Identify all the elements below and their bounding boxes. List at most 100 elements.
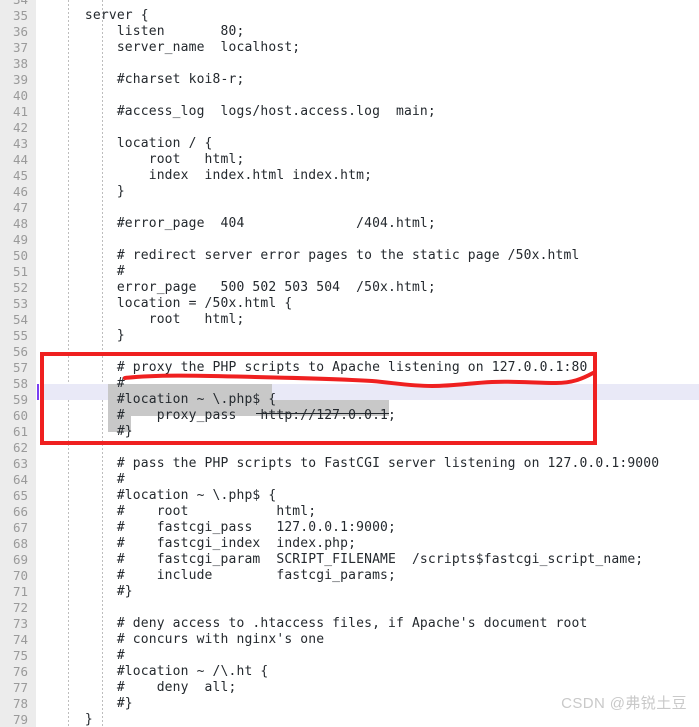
line-number-53[interactable]: 53 <box>0 296 28 312</box>
code-text-63[interactable]: # pass the PHP scripts to FastCGI server… <box>53 456 659 472</box>
code-line-37[interactable]: 37 server_name localhost; <box>0 40 699 56</box>
code-text-78[interactable]: #} <box>53 696 133 712</box>
code-text-45[interactable]: index index.html index.htm; <box>53 168 372 184</box>
code-text-71[interactable]: #} <box>53 584 133 600</box>
code-text-60[interactable]: # proxy_pass http://127.0.0.1; <box>53 408 396 424</box>
line-number-58[interactable]: 58 <box>0 376 28 392</box>
line-number-66[interactable]: 66 <box>0 504 28 520</box>
proxy-pass-link-underline[interactable] <box>256 413 390 414</box>
code-line-57[interactable]: 57 # proxy the PHP scripts to Apache lis… <box>0 360 699 376</box>
code-line-59[interactable]: 59 #location ~ \.php$ { <box>0 392 699 408</box>
line-number-79[interactable]: 79 <box>0 712 28 727</box>
line-number-52[interactable]: 52 <box>0 280 28 296</box>
code-line-69[interactable]: 69 # fastcgi_param SCRIPT_FILENAME /scri… <box>0 552 699 568</box>
code-line-49[interactable]: 49 <box>0 232 699 248</box>
code-line-50[interactable]: 50 # redirect server error pages to the … <box>0 248 699 264</box>
code-line-52[interactable]: 52 error_page 500 502 503 504 /50x.html; <box>0 280 699 296</box>
line-number-46[interactable]: 46 <box>0 184 28 200</box>
line-number-75[interactable]: 75 <box>0 648 28 664</box>
line-number-77[interactable]: 77 <box>0 680 28 696</box>
code-line-34[interactable]: 34 <box>0 0 699 8</box>
code-line-51[interactable]: 51 # <box>0 264 699 280</box>
code-text-52[interactable]: error_page 500 502 503 504 /50x.html; <box>53 280 436 296</box>
line-number-49[interactable]: 49 <box>0 232 28 248</box>
code-text-65[interactable]: #location ~ \.php$ { <box>53 488 276 504</box>
line-number-40[interactable]: 40 <box>0 88 28 104</box>
code-text-36[interactable]: listen 80; <box>53 24 244 40</box>
line-number-70[interactable]: 70 <box>0 568 28 584</box>
code-line-63[interactable]: 63 # pass the PHP scripts to FastCGI ser… <box>0 456 699 472</box>
code-editor[interactable]: 3435 server {36 listen 80;37 server_name… <box>0 0 699 727</box>
code-line-62[interactable]: 62 <box>0 440 699 456</box>
line-number-37[interactable]: 37 <box>0 40 28 56</box>
code-text-67[interactable]: # fastcgi_pass 127.0.0.1:9000; <box>53 520 396 536</box>
code-line-47[interactable]: 47 <box>0 200 699 216</box>
code-line-64[interactable]: 64 # <box>0 472 699 488</box>
code-text-48[interactable]: #error_page 404 /404.html; <box>53 216 436 232</box>
line-number-57[interactable]: 57 <box>0 360 28 376</box>
line-number-41[interactable]: 41 <box>0 104 28 120</box>
code-text-50[interactable]: # redirect server error pages to the sta… <box>53 248 580 264</box>
code-line-68[interactable]: 68 # fastcgi_index index.php; <box>0 536 699 552</box>
line-number-68[interactable]: 68 <box>0 536 28 552</box>
line-number-34[interactable]: 34 <box>0 0 28 8</box>
line-number-63[interactable]: 63 <box>0 456 28 472</box>
line-number-43[interactable]: 43 <box>0 136 28 152</box>
code-text-46[interactable]: } <box>53 184 125 200</box>
code-text-69[interactable]: # fastcgi_param SCRIPT_FILENAME /scripts… <box>53 552 643 568</box>
code-text-53[interactable]: location = /50x.html { <box>53 296 292 312</box>
code-text-76[interactable]: #location ~ /\.ht { <box>53 664 268 680</box>
code-text-37[interactable]: server_name localhost; <box>53 40 300 56</box>
line-number-47[interactable]: 47 <box>0 200 28 216</box>
code-text-35[interactable]: server { <box>53 8 149 24</box>
line-number-55[interactable]: 55 <box>0 328 28 344</box>
line-number-48[interactable]: 48 <box>0 216 28 232</box>
code-text-74[interactable]: # concurs with nginx's one <box>53 632 324 648</box>
code-text-79[interactable]: } <box>53 712 93 727</box>
line-number-73[interactable]: 73 <box>0 616 28 632</box>
code-line-72[interactable]: 72 <box>0 600 699 616</box>
code-line-46[interactable]: 46 } <box>0 184 699 200</box>
code-line-40[interactable]: 40 <box>0 88 699 104</box>
code-text-61[interactable]: #} <box>53 424 133 440</box>
code-line-71[interactable]: 71 #} <box>0 584 699 600</box>
code-line-76[interactable]: 76 #location ~ /\.ht { <box>0 664 699 680</box>
code-line-60[interactable]: 60 # proxy_pass http://127.0.0.1; <box>0 408 699 424</box>
code-line-41[interactable]: 41 #access_log logs/host.access.log main… <box>0 104 699 120</box>
code-text-54[interactable]: root html; <box>53 312 245 328</box>
line-number-65[interactable]: 65 <box>0 488 28 504</box>
line-number-74[interactable]: 74 <box>0 632 28 648</box>
line-number-39[interactable]: 39 <box>0 72 28 88</box>
code-text-43[interactable]: location / { <box>53 136 213 152</box>
line-number-35[interactable]: 35 <box>0 8 28 24</box>
line-number-51[interactable]: 51 <box>0 264 28 280</box>
line-number-59[interactable]: 59 <box>0 392 28 408</box>
line-number-36[interactable]: 36 <box>0 24 28 40</box>
code-line-48[interactable]: 48 #error_page 404 /404.html; <box>0 216 699 232</box>
line-number-56[interactable]: 56 <box>0 344 28 360</box>
line-number-78[interactable]: 78 <box>0 696 28 712</box>
code-line-54[interactable]: 54 root html; <box>0 312 699 328</box>
code-line-66[interactable]: 66 # root html; <box>0 504 699 520</box>
line-number-44[interactable]: 44 <box>0 152 28 168</box>
line-number-76[interactable]: 76 <box>0 664 28 680</box>
line-number-69[interactable]: 69 <box>0 552 28 568</box>
line-number-38[interactable]: 38 <box>0 56 28 72</box>
line-number-60[interactable]: 60 <box>0 408 28 424</box>
code-text-77[interactable]: # deny all; <box>53 680 237 696</box>
code-text-75[interactable]: # <box>53 648 125 664</box>
code-line-61[interactable]: 61 #} <box>0 424 699 440</box>
code-line-36[interactable]: 36 listen 80; <box>0 24 699 40</box>
line-number-72[interactable]: 72 <box>0 600 28 616</box>
line-number-45[interactable]: 45 <box>0 168 28 184</box>
code-content-area[interactable]: 3435 server {36 listen 80;37 server_name… <box>0 0 699 727</box>
code-line-45[interactable]: 45 index index.html index.htm; <box>0 168 699 184</box>
code-text-59[interactable]: #location ~ \.php$ { <box>53 392 276 408</box>
code-line-58[interactable]: 58 # <box>0 376 699 392</box>
code-text-64[interactable]: # <box>53 472 125 488</box>
code-text-66[interactable]: # root html; <box>53 504 316 520</box>
code-text-57[interactable]: # proxy the PHP scripts to Apache listen… <box>53 360 587 376</box>
code-line-70[interactable]: 70 # include fastcgi_params; <box>0 568 699 584</box>
code-line-55[interactable]: 55 } <box>0 328 699 344</box>
code-line-74[interactable]: 74 # concurs with nginx's one <box>0 632 699 648</box>
